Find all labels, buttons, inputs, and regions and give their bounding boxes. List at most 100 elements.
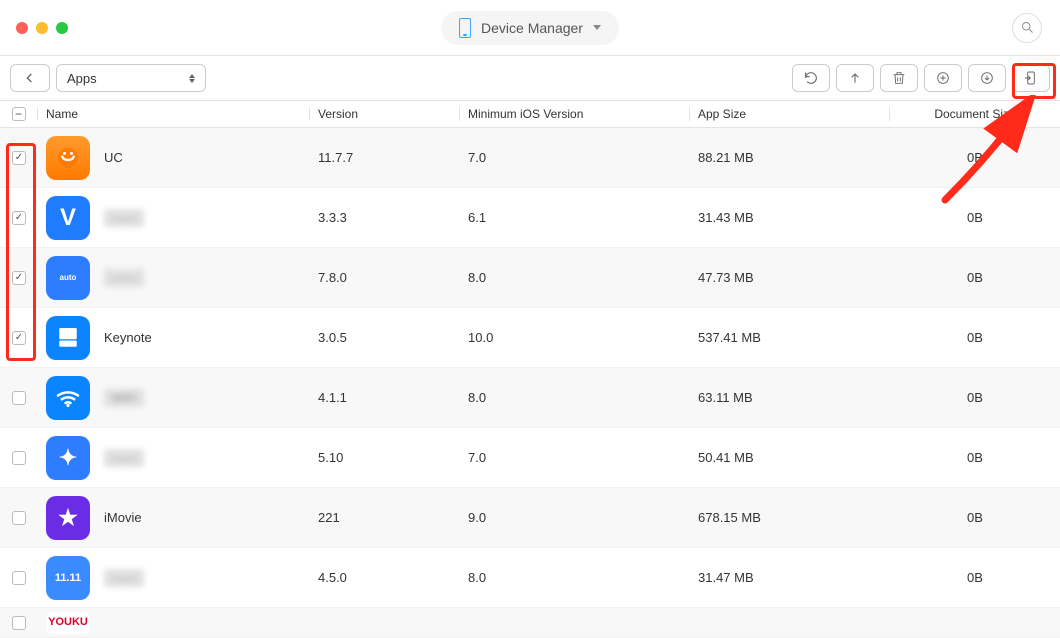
app-version: 4.1.1 [310,390,460,405]
delete-button[interactable] [880,64,918,92]
app-icon: auto [46,256,90,300]
app-name: —— [104,269,144,287]
document-size: 0B [890,510,1060,525]
app-version: 11.7.7 [310,150,460,165]
min-ios-version: 10.0 [460,330,690,345]
row-checkbox[interactable] [12,151,26,165]
document-size: 0B [890,390,1060,405]
app-size: 50.41 MB [690,450,890,465]
row-checkbox[interactable] [12,211,26,225]
search-icon [1020,20,1035,35]
document-size: 0B [890,450,1060,465]
table-row[interactable]: 11.11——4.5.08.031.47 MB0B [0,548,1060,608]
app-version: 4.5.0 [310,570,460,585]
col-min-ios[interactable]: Minimum iOS Version [460,107,690,121]
min-ios-version: 8.0 [460,570,690,585]
min-ios-version: 8.0 [460,390,690,405]
app-size: 537.41 MB [690,330,890,345]
select-arrows-icon [189,74,195,83]
row-checkbox[interactable] [12,571,26,585]
row-checkbox[interactable] [12,271,26,285]
toolbar: Apps [0,56,1060,100]
min-ios-version: 7.0 [460,150,690,165]
col-version[interactable]: Version [310,107,460,121]
download-circle-icon [979,70,995,86]
document-size: 0B [890,330,1060,345]
min-ios-version: 9.0 [460,510,690,525]
apps-table: Name Version Minimum iOS Version App Siz… [0,100,1060,638]
table-header: Name Version Minimum iOS Version App Siz… [0,100,1060,128]
table-row[interactable]: auto —— 7.8.08.047.73 MB0B [0,248,1060,308]
title-label: Device Manager [481,20,583,36]
chevron-down-icon [593,25,601,30]
category-select[interactable]: Apps [56,64,206,92]
app-name: UC [104,150,123,165]
close-window-button[interactable] [16,22,28,34]
min-ios-version: 6.1 [460,210,690,225]
row-checkbox[interactable] [12,511,26,525]
document-size: 0B [890,210,1060,225]
row-checkbox[interactable] [12,616,26,630]
app-size: 678.15 MB [690,510,890,525]
device-manager-dropdown[interactable]: Device Manager [441,11,619,45]
app-version: 5.10 [310,450,460,465]
app-icon: 11.11 [46,556,90,600]
table-row[interactable]: V —— 3.3.36.131.43 MB0B [0,188,1060,248]
min-ios-version: 8.0 [460,270,690,285]
maximize-window-button[interactable] [56,22,68,34]
app-version: 3.0.5 [310,330,460,345]
app-size: 47.73 MB [690,270,890,285]
col-app-size[interactable]: App Size [690,107,890,121]
refresh-button[interactable] [792,64,830,92]
phone-icon [459,18,471,38]
export-button[interactable] [836,64,874,92]
app-name: —— [104,569,144,587]
app-size: 31.43 MB [690,210,890,225]
refresh-icon [803,70,819,86]
table-row[interactable]: YOUKU [0,608,1060,638]
app-size: 31.47 MB [690,570,890,585]
app-name: iMovie [104,510,142,525]
document-size: 0B [890,270,1060,285]
app-icon [46,376,90,420]
plus-circle-icon [935,70,951,86]
table-row[interactable]: ✦——5.107.050.41 MB0B [0,428,1060,488]
minimize-window-button[interactable] [36,22,48,34]
back-button[interactable] [10,64,50,92]
to-device-icon [1023,70,1039,86]
app-icon: ✦ [46,436,90,480]
app-icon [46,136,90,180]
row-checkbox[interactable] [12,451,26,465]
min-ios-version: 7.0 [460,450,690,465]
select-all-checkbox[interactable] [12,107,26,121]
download-button[interactable] [968,64,1006,92]
app-version: 3.3.3 [310,210,460,225]
app-size: 88.21 MB [690,150,890,165]
document-size: 0B [890,150,1060,165]
to-device-button[interactable] [1012,64,1050,92]
app-name: —— [104,209,144,227]
table-row[interactable]: WiFi4.1.18.063.11 MB0B [0,368,1060,428]
row-checkbox[interactable] [12,331,26,345]
app-name: WiFi [104,389,144,407]
table-row[interactable]: ★ iMovie 2219.0678.15 MB0B [0,488,1060,548]
app-name: Keynote [104,330,152,345]
app-icon [46,316,90,360]
window-controls [16,22,68,34]
arrow-up-icon [847,70,863,86]
table-row[interactable]: Keynote 3.0.510.0537.41 MB0B [0,308,1060,368]
app-icon: V [46,196,90,240]
trash-icon [891,70,907,86]
titlebar: Device Manager [0,0,1060,56]
col-doc-size[interactable]: Document Size [890,107,1060,121]
add-button[interactable] [924,64,962,92]
chevron-left-icon [22,70,38,86]
search-button[interactable] [1012,13,1042,43]
app-version: 7.8.0 [310,270,460,285]
row-checkbox[interactable] [12,391,26,405]
app-icon: YOUKU [46,612,90,634]
table-row[interactable]: UC 11.7.77.088.21 MB0B [0,128,1060,188]
app-icon: ★ [46,496,90,540]
app-version: 221 [310,510,460,525]
col-name[interactable]: Name [38,107,310,121]
